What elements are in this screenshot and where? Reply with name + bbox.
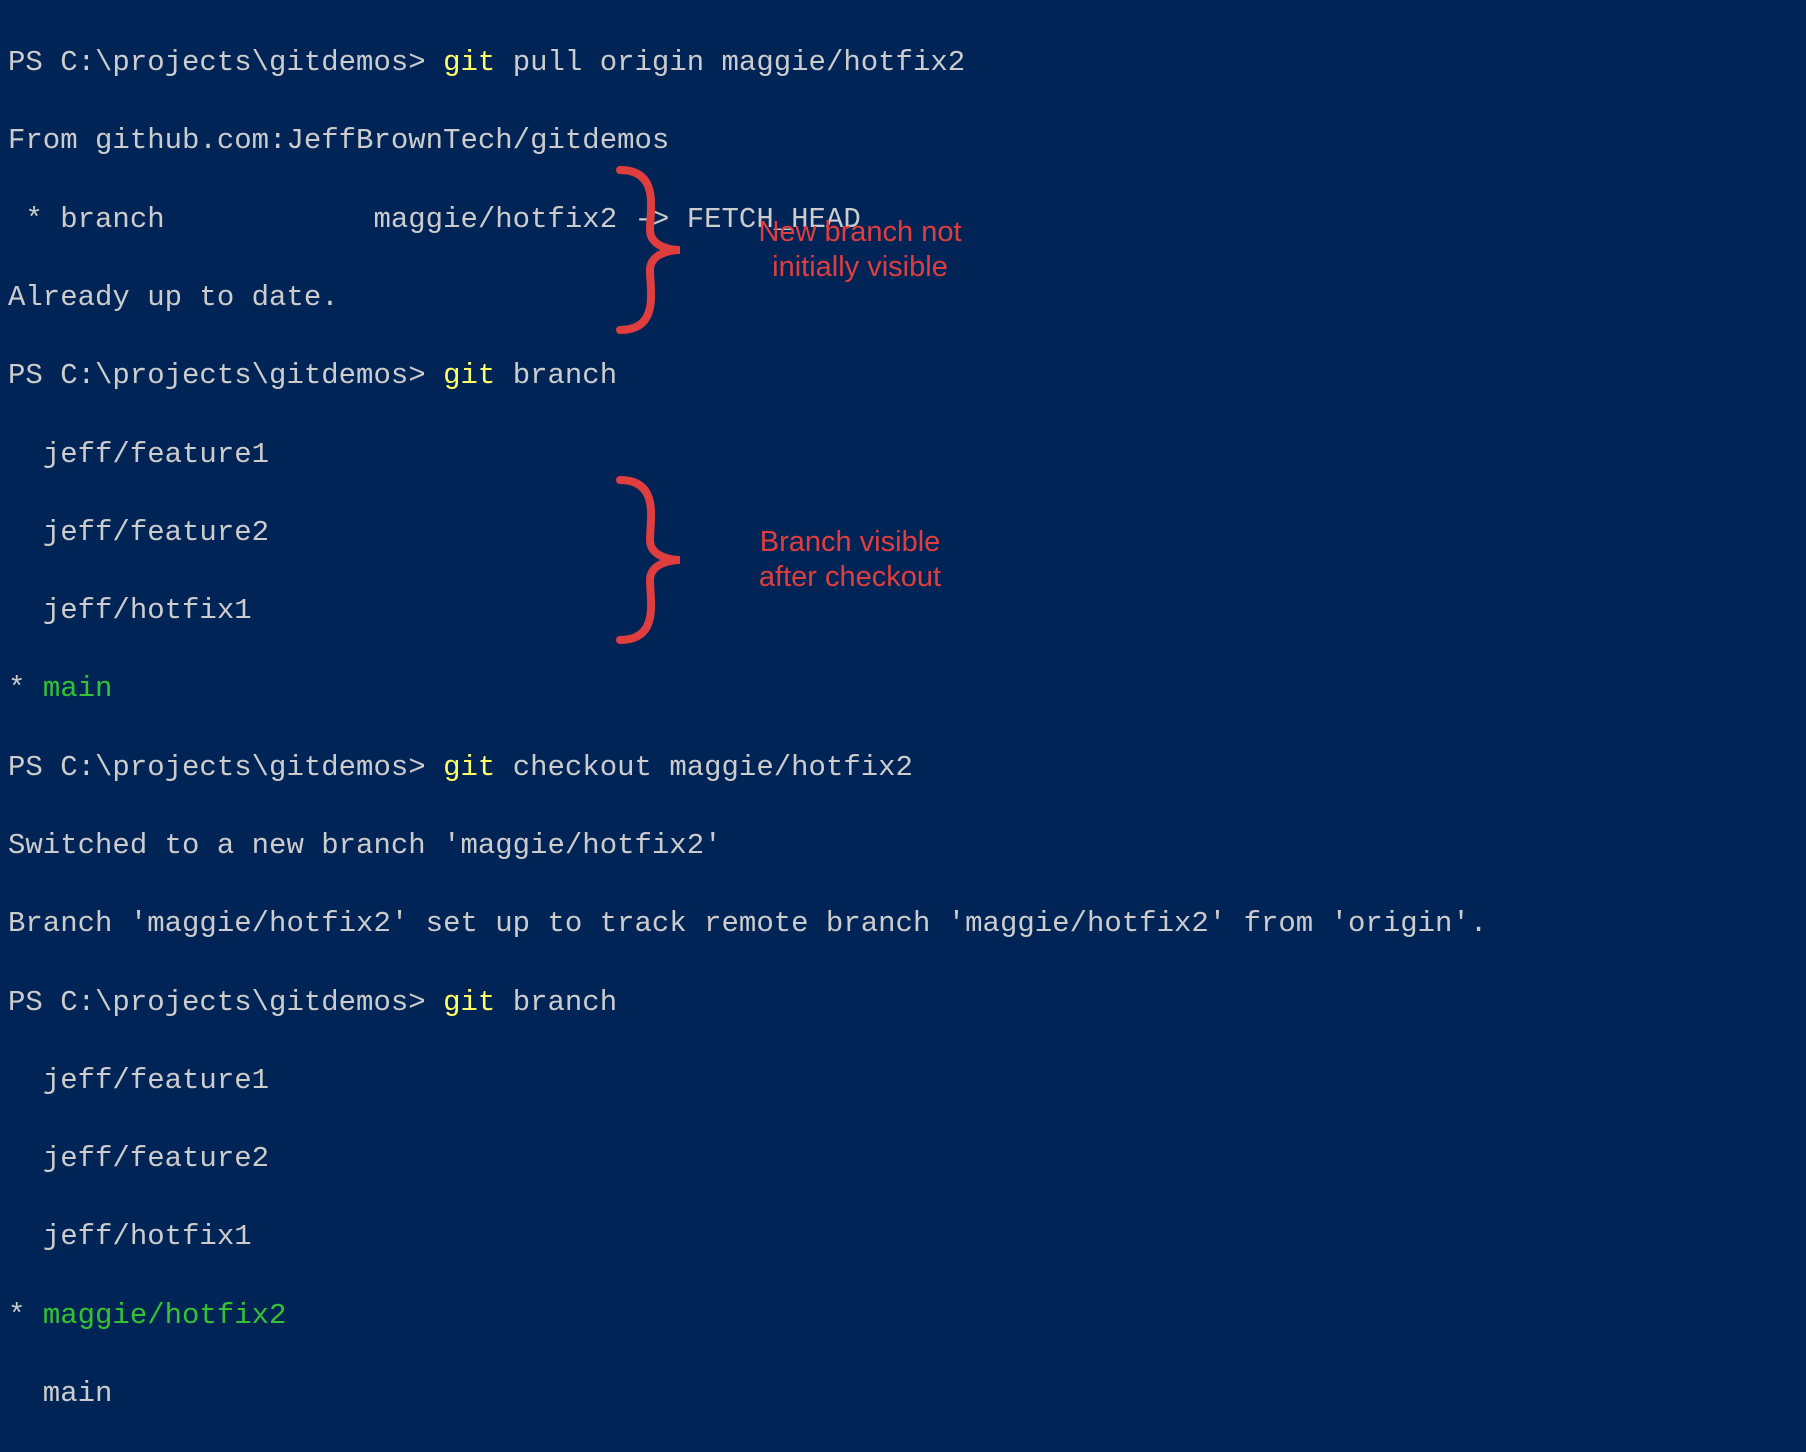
annotation-label: Branch visible after checkout <box>735 525 965 595</box>
terminal-line: PS C:\projects\gitdemos> git branch <box>8 983 1798 1022</box>
terminal-line: PS C:\projects\gitdemos> git checkout ma… <box>8 748 1798 787</box>
terminal-line: From github.com:JeffBrownTech/gitdemos <box>8 121 1798 160</box>
current-branch-name: main <box>43 672 113 705</box>
current-branch-line: * maggie/hotfix2 <box>8 1296 1798 1335</box>
branch-item: jeff/feature1 <box>8 435 1798 474</box>
branch-item: jeff/hotfix1 <box>8 591 1798 630</box>
command-keyword: git <box>443 986 495 1019</box>
terminal-line: Switched to a new branch 'maggie/hotfix2… <box>8 826 1798 865</box>
prompt-text: PS C:\projects\gitdemos> <box>8 751 443 784</box>
current-branch-line: * main <box>8 669 1798 708</box>
command-keyword: git <box>443 359 495 392</box>
command-args: branch <box>495 986 617 1019</box>
command-keyword: git <box>443 46 495 79</box>
terminal-line: Branch 'maggie/hotfix2' set up to track … <box>8 904 1798 943</box>
branch-item: main <box>8 1374 1798 1413</box>
prompt-text: PS C:\projects\gitdemos> <box>8 359 443 392</box>
command-args: pull origin maggie/hotfix2 <box>495 46 965 79</box>
current-branch-name: maggie/hotfix2 <box>43 1299 287 1332</box>
command-keyword: git <box>443 751 495 784</box>
asterisk: * <box>8 1299 43 1332</box>
branch-item: jeff/hotfix1 <box>8 1217 1798 1256</box>
command-args: branch <box>495 359 617 392</box>
terminal-line: PS C:\projects\gitdemos> git branch <box>8 356 1798 395</box>
terminal-line: PS C:\projects\gitdemos> git pull origin… <box>8 43 1798 82</box>
prompt-text: PS C:\projects\gitdemos> <box>8 986 443 1019</box>
branch-item: jeff/feature1 <box>8 1061 1798 1100</box>
prompt-text: PS C:\projects\gitdemos> <box>8 46 443 79</box>
annotation-label: New branch not initially visible <box>730 215 990 285</box>
branch-item: jeff/feature2 <box>8 1139 1798 1178</box>
asterisk: * <box>8 672 43 705</box>
command-args: checkout maggie/hotfix2 <box>495 751 913 784</box>
